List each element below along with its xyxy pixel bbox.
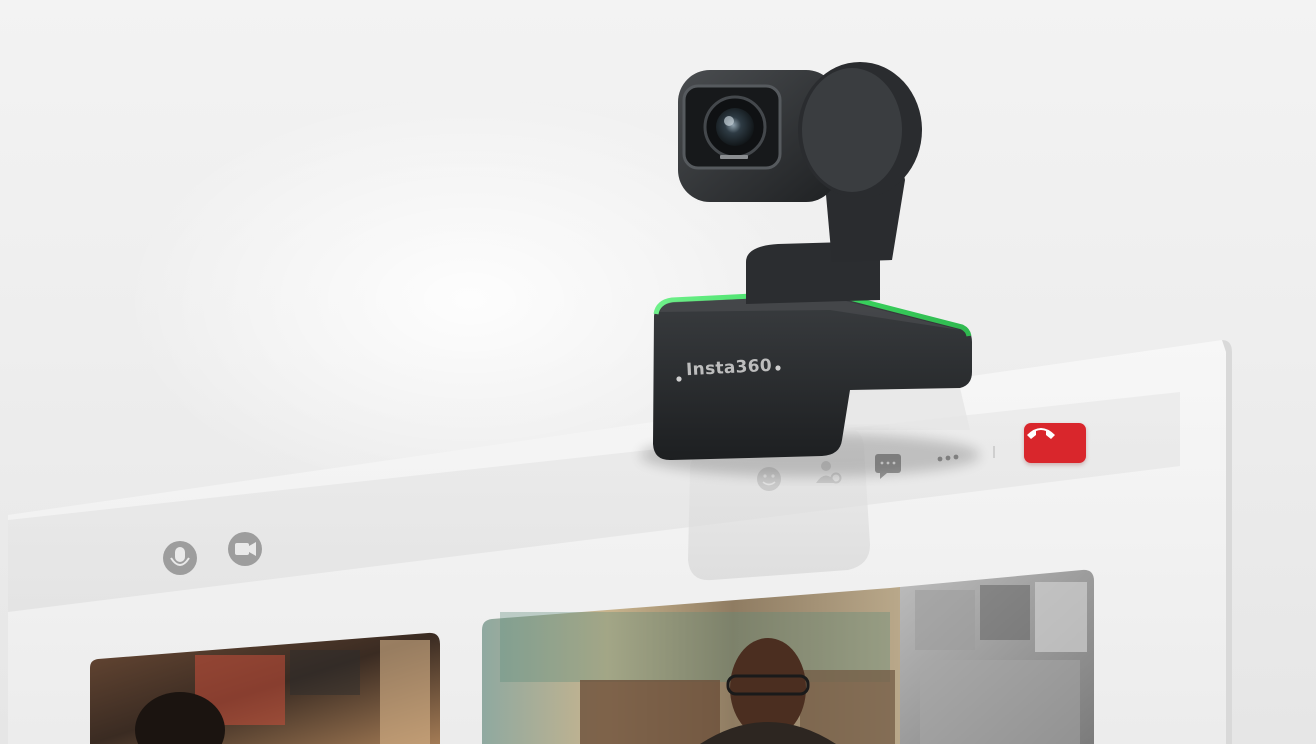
camera-icon[interactable]: [228, 532, 262, 566]
webcam-head: [678, 62, 922, 202]
hangup-button[interactable]: [1024, 423, 1086, 463]
lens-icon: [716, 108, 754, 146]
participant-video-right: [900, 569, 1094, 744]
product-scene: Insta360: [0, 0, 1316, 744]
monitor: Insta360: [0, 0, 1316, 744]
indicator-dot: [775, 365, 781, 371]
phone-hangup-icon: [1027, 428, 1055, 439]
indicator-dot: [676, 376, 682, 382]
monitor-illustration: [8, 62, 1232, 744]
mic-icon[interactable]: [163, 541, 197, 575]
